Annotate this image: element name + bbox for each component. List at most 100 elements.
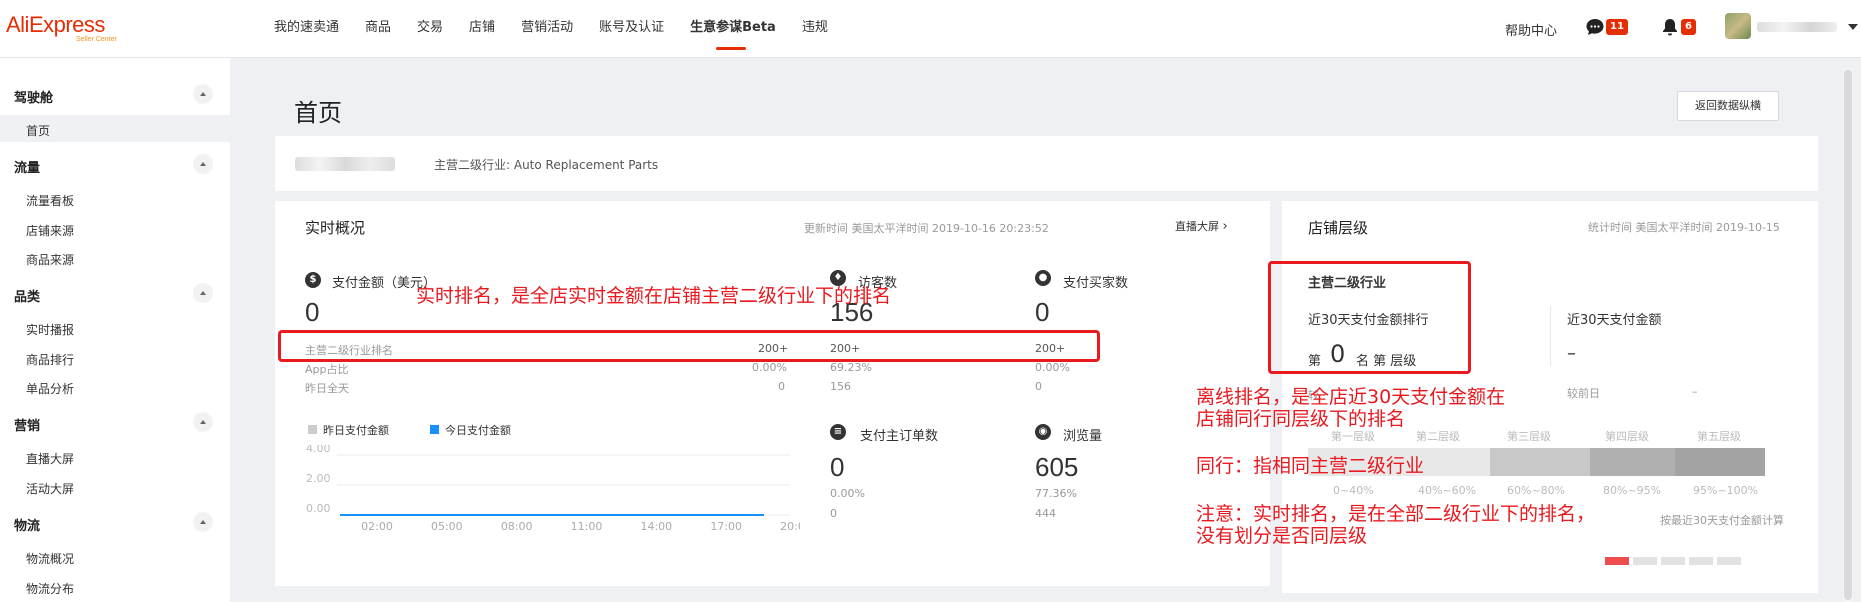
divider (1550, 306, 1551, 366)
row-label-app-ratio: App占比 (305, 363, 349, 376)
pay-30d-label: 近30天支付金额 (1567, 313, 1662, 328)
chevron-up-icon (200, 92, 206, 96)
rank-prefix: 第 (1308, 354, 1322, 369)
sidebar-item-home[interactable]: 首页 (26, 122, 50, 139)
x-tick-label: 20:00 (780, 520, 800, 533)
tier-range-4: 80%~95% (1603, 484, 1662, 497)
metric-payment-value: 0 (305, 297, 320, 327)
carousel-dot-4[interactable] (1689, 557, 1713, 565)
annotation-offline-rank-line2: 店铺同行同层级下的排名 (1196, 408, 1406, 430)
username-blurred[interactable] (1757, 22, 1837, 32)
avatar[interactable] (1725, 13, 1751, 39)
store-name-blurred (295, 157, 395, 171)
chevron-up-icon (200, 291, 206, 295)
y-tick-label: 0.00 (306, 502, 331, 515)
carousel-dot-2[interactable] (1633, 557, 1657, 565)
annotation-peer-definition: 同行：指相同主营二级行业 (1196, 455, 1425, 477)
sidebar-item-store-source[interactable]: 店铺来源 (26, 222, 74, 239)
pay-30d-value: – (1567, 343, 1576, 364)
sidebar-group-logistics[interactable]: 物流 (14, 515, 40, 534)
nav-marketing[interactable]: 营销活动 (521, 0, 573, 58)
top-bar: AliExpress Seller Center 我的速卖通 商品 交易 店铺 … (0, 0, 1861, 58)
metric-orders-value: 0 (830, 452, 845, 482)
scrollbar-thumb[interactable] (1844, 70, 1852, 600)
sidebar-group-category[interactable]: 品类 (14, 286, 40, 305)
aliexpress-logo[interactable]: AliExpress Seller Center (6, 12, 117, 43)
y-tick-label: 2.00 (306, 472, 331, 485)
metric-pageviews-value: 605 (1035, 452, 1079, 482)
industry-label: 主营二级行业: Auto Replacement Parts (434, 158, 659, 172)
messages-button[interactable]: 11 (1585, 17, 1628, 37)
rank-suffix: 名 第 层级 (1356, 354, 1417, 369)
carousel-dot-1[interactable] (1605, 557, 1629, 565)
x-tick-label: 08:00 (501, 520, 533, 533)
sidebar: 驾驶舱 首页 流量 流量看板 店铺来源 商品来源 品类 实时播报 商品排行 单品… (0, 58, 230, 602)
annotation-note-line2: 没有划分是否同层级 (1196, 525, 1368, 547)
tier-range-1: 0~40% (1333, 484, 1374, 497)
nav-business-advisor[interactable]: 生意参谋Beta (690, 0, 776, 58)
order-icon: ≡ (830, 424, 846, 440)
nav-violations[interactable]: 违规 (802, 0, 828, 58)
annotation-offline-rank-line1: 离线排名，是全店近30天支付金额在 (1196, 386, 1506, 408)
carousel-dot-5[interactable] (1717, 557, 1741, 565)
nav-orders[interactable]: 交易 (417, 0, 443, 58)
rank-30d-label: 近30天支付金额排行 (1308, 313, 1429, 328)
chevron-right-icon: › (1222, 219, 1228, 234)
tier-label-2: 第二层级 (1416, 430, 1460, 443)
eye-icon: ◉ (1035, 424, 1051, 440)
tier-range-3: 60%~80% (1507, 484, 1566, 497)
x-tick-label: 02:00 (361, 520, 393, 533)
tier-bar-3 (1490, 448, 1590, 476)
page-title: 首页 (294, 99, 342, 127)
pageviews-ratio: 77.36% (1035, 487, 1077, 500)
nav-store[interactable]: 店铺 (469, 0, 495, 58)
buyers-icon: ● (1035, 270, 1051, 286)
metric-orders-label: 支付主订单数 (860, 429, 939, 444)
payment-yesterday: 0 (778, 380, 785, 393)
row-label-yesterday: 昨日全天 (305, 382, 349, 395)
nav-account[interactable]: 账号及认证 (599, 0, 664, 58)
sidebar-group-traffic[interactable]: 流量 (14, 157, 40, 176)
sidebar-item-product-source[interactable]: 商品来源 (26, 251, 74, 268)
orders-yesterday: 0 (830, 507, 837, 520)
nav-products[interactable]: 商品 (365, 0, 391, 58)
tier-label-1: 第一层级 (1331, 430, 1375, 443)
sidebar-item-logistics-overview[interactable]: 物流概况 (26, 550, 74, 567)
sidebar-group-marketing[interactable]: 营销 (14, 415, 40, 434)
sidebar-item-realtime[interactable]: 实时播报 (26, 321, 74, 338)
sidebar-item-product-rank[interactable]: 商品排行 (26, 351, 74, 368)
sidebar-group-cockpit[interactable]: 驾驶舱 (14, 87, 53, 106)
realtime-title: 实时概况 (305, 219, 366, 237)
bell-icon (1663, 19, 1677, 36)
legend-swatch-blue (430, 425, 439, 434)
nav-my-aliexpress[interactable]: 我的速卖通 (274, 0, 339, 58)
x-tick-label: 11:00 (571, 520, 603, 533)
sidebar-item-logistics-distribution[interactable]: 物流分布 (26, 580, 74, 597)
annotation-note-line1: 注意：实时排名，是在全部二级行业下的排名， (1196, 503, 1596, 525)
sidebar-item-campaign-screen[interactable]: 活动大屏 (26, 480, 74, 497)
live-screen-link[interactable]: 直播大屏 › (1175, 218, 1228, 234)
chat-icon (1586, 19, 1604, 35)
sidebar-item-single-analysis[interactable]: 单品分析 (26, 380, 74, 397)
notification-count-badge: 6 (1681, 19, 1696, 35)
legend-yesterday-label: 昨日支付金额 (323, 424, 389, 437)
legend-swatch-gray (308, 425, 317, 434)
visitors-app-ratio: 69.23% (830, 361, 872, 374)
tier-footnote: 按最近30天支付金额计算 (1660, 514, 1784, 527)
tier-bar-4 (1590, 448, 1675, 476)
x-tick-label: 17:00 (710, 520, 742, 533)
notifications-button[interactable]: 6 (1660, 17, 1696, 37)
chevron-up-icon (200, 162, 206, 166)
sidebar-item-live-screen[interactable]: 直播大屏 (26, 450, 74, 467)
compare-value: – (1692, 385, 1698, 398)
page-scrollbar[interactable] (1843, 68, 1853, 602)
back-to-data-button[interactable]: 返回数据纵横 (1677, 91, 1779, 121)
help-center-link[interactable]: 帮助中心 (1505, 20, 1557, 39)
top-nav: 我的速卖通 商品 交易 店铺 营销活动 账号及认证 生意参谋Beta 违规 (274, 0, 854, 58)
compare-label: 较前日 (1567, 387, 1600, 400)
carousel-dot-3[interactable] (1661, 557, 1685, 565)
sidebar-item-traffic-board[interactable]: 流量看板 (26, 192, 74, 209)
payment-line-chart: 4.00 2.00 0.00 02:00 05:00 08:00 11:00 14:00 17:… (306, 445, 800, 533)
chevron-down-icon[interactable] (1848, 24, 1858, 30)
metric-buyers-value: 0 (1035, 297, 1050, 327)
